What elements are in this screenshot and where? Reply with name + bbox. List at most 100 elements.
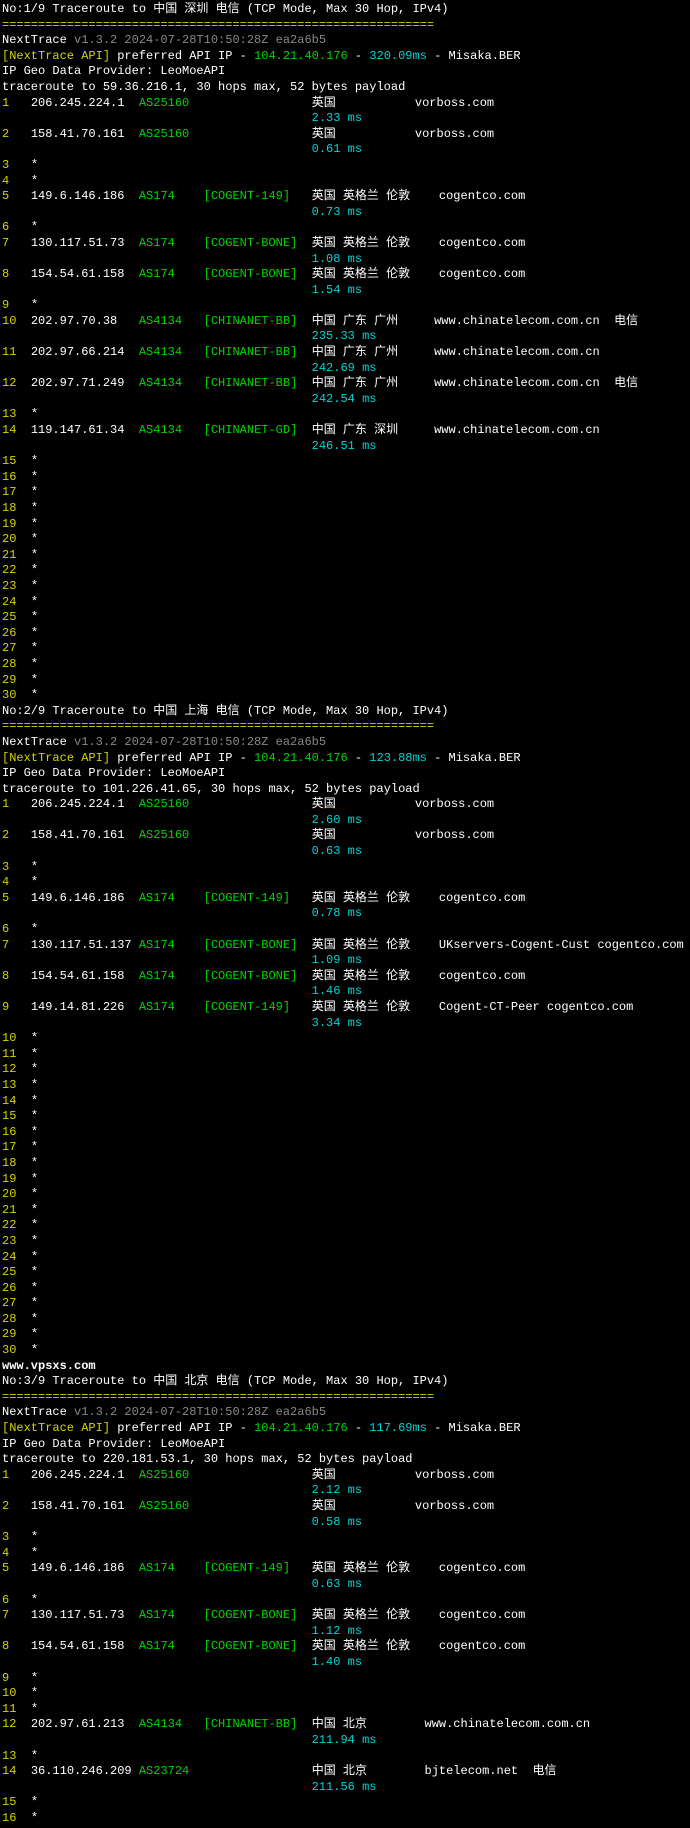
terminal-output: No:1/9 Traceroute to 中国 深圳 电信 (TCP Mode,… bbox=[2, 2, 688, 1826]
separator: ========================================… bbox=[2, 719, 688, 735]
hop-row-star: 18 * bbox=[2, 1156, 688, 1172]
hop-row-star: 21 * bbox=[2, 548, 688, 564]
hop-row-star: 3 * bbox=[2, 1530, 688, 1546]
hop-row-star: 22 * bbox=[2, 1218, 688, 1234]
hop-row-star: 29 * bbox=[2, 1327, 688, 1343]
hop-row-star: 28 * bbox=[2, 657, 688, 673]
hop-row: 2 158.41.70.161 AS25160 英国 vorboss.com bbox=[2, 127, 688, 143]
hop-row-star: 25 * bbox=[2, 1265, 688, 1281]
hop-row-star: 25 * bbox=[2, 610, 688, 626]
hop-row-star: 4 * bbox=[2, 875, 688, 891]
hop-row-star: 6 * bbox=[2, 922, 688, 938]
hop-row-star: 27 * bbox=[2, 641, 688, 657]
hop-row: 7 130.117.51.73 AS174 [COGENT-BONE] 英国 英… bbox=[2, 236, 688, 252]
traceroute-target: traceroute to 220.181.53.1, 30 hops max,… bbox=[2, 1452, 688, 1468]
hop-row-star: 16 * bbox=[2, 1125, 688, 1141]
hop-ms: 1.54 ms bbox=[2, 283, 688, 299]
hop-row: 5 149.6.146.186 AS174 [COGENT-149] 英国 英格… bbox=[2, 891, 688, 907]
hop-row-star: 26 * bbox=[2, 1281, 688, 1297]
hop-row: 8 154.54.61.158 AS174 [COGENT-BONE] 英国 英… bbox=[2, 969, 688, 985]
hop-row-star: 14 * bbox=[2, 1094, 688, 1110]
hop-row-star: 4 * bbox=[2, 174, 688, 190]
hop-row: 5 149.6.146.186 AS174 [COGENT-149] 英国 英格… bbox=[2, 189, 688, 205]
hop-row-star: 15 * bbox=[2, 454, 688, 470]
hop-row: 9 149.14.81.226 AS174 [COGENT-149] 英国 英格… bbox=[2, 1000, 688, 1016]
hop-row: 1 206.245.224.1 AS25160 英国 vorboss.com bbox=[2, 797, 688, 813]
hop-row: 1 206.245.224.1 AS25160 英国 vorboss.com bbox=[2, 1468, 688, 1484]
hop-ms: 0.73 ms bbox=[2, 205, 688, 221]
hop-row: 7 130.117.51.73 AS174 [COGENT-BONE] 英国 英… bbox=[2, 1608, 688, 1624]
hop-row-star: 23 * bbox=[2, 579, 688, 595]
hop-row-star: 16 * bbox=[2, 470, 688, 486]
hop-row-star: 10 * bbox=[2, 1686, 688, 1702]
hop-ms: 0.63 ms bbox=[2, 1577, 688, 1593]
traceroute-target: traceroute to 59.36.216.1, 30 hops max, … bbox=[2, 80, 688, 96]
hop-row-star: 30 * bbox=[2, 688, 688, 704]
hop-row-star: 6 * bbox=[2, 220, 688, 236]
geo-provider: IP Geo Data Provider: LeoMoeAPI bbox=[2, 64, 688, 80]
hop-row-star: 15 * bbox=[2, 1795, 688, 1811]
hop-row-star: 19 * bbox=[2, 1172, 688, 1188]
hop-row-star: 9 * bbox=[2, 298, 688, 314]
hop-row-star: 22 * bbox=[2, 563, 688, 579]
hop-row: 8 154.54.61.158 AS174 [COGENT-BONE] 英国 英… bbox=[2, 1639, 688, 1655]
hop-ms: 1.08 ms bbox=[2, 252, 688, 268]
hop-row: 8 154.54.61.158 AS174 [COGENT-BONE] 英国 英… bbox=[2, 267, 688, 283]
hop-row-star: 13 * bbox=[2, 1749, 688, 1765]
hop-row-star: 28 * bbox=[2, 1312, 688, 1328]
trace-header: No:1/9 Traceroute to 中国 深圳 电信 (TCP Mode,… bbox=[2, 2, 688, 18]
hop-ms: 235.33 ms bbox=[2, 329, 688, 345]
hop-row-star: 10 * bbox=[2, 1031, 688, 1047]
hop-ms: 3.34 ms bbox=[2, 1016, 688, 1032]
trace-header: No:3/9 Traceroute to 中国 北京 电信 (TCP Mode,… bbox=[2, 1374, 688, 1390]
hop-row-star: 19 * bbox=[2, 517, 688, 533]
nexttrace-version: NextTrace v1.3.2 2024-07-28T10:50:28Z ea… bbox=[2, 735, 688, 751]
hop-ms: 1.46 ms bbox=[2, 984, 688, 1000]
hop-row-star: 11 * bbox=[2, 1047, 688, 1063]
hop-row: 5 149.6.146.186 AS174 [COGENT-149] 英国 英格… bbox=[2, 1561, 688, 1577]
hop-ms: 0.78 ms bbox=[2, 906, 688, 922]
hop-row-star: 20 * bbox=[2, 532, 688, 548]
watermark: www.vpsxs.com bbox=[2, 1359, 688, 1375]
hop-ms: 1.09 ms bbox=[2, 953, 688, 969]
hop-row-star: 30 * bbox=[2, 1343, 688, 1359]
hop-ms: 242.54 ms bbox=[2, 392, 688, 408]
hop-row: 14 119.147.61.34 AS4134 [CHINANET-GD] 中国… bbox=[2, 423, 688, 439]
hop-row-star: 23 * bbox=[2, 1234, 688, 1250]
hop-row-star: 21 * bbox=[2, 1203, 688, 1219]
hop-row: 2 158.41.70.161 AS25160 英国 vorboss.com bbox=[2, 1499, 688, 1515]
trace-header: No:2/9 Traceroute to 中国 上海 电信 (TCP Mode,… bbox=[2, 704, 688, 720]
traceroute-target: traceroute to 101.226.41.65, 30 hops max… bbox=[2, 782, 688, 798]
hop-row-star: 4 * bbox=[2, 1546, 688, 1562]
hop-ms: 0.63 ms bbox=[2, 844, 688, 860]
hop-row: 7 130.117.51.137 AS174 [COGENT-BONE] 英国 … bbox=[2, 938, 688, 954]
hop-row-star: 13 * bbox=[2, 407, 688, 423]
hop-row-star: 20 * bbox=[2, 1187, 688, 1203]
hop-ms: 2.12 ms bbox=[2, 1483, 688, 1499]
hop-ms: 211.94 ms bbox=[2, 1733, 688, 1749]
hop-row-star: 15 * bbox=[2, 1109, 688, 1125]
api-line: [NextTrace API] preferred API IP - 104.2… bbox=[2, 751, 688, 767]
hop-row: 14 36.110.246.209 AS23724 中国 北京 bjteleco… bbox=[2, 1764, 688, 1780]
hop-row-star: 12 * bbox=[2, 1062, 688, 1078]
hop-row-star: 3 * bbox=[2, 158, 688, 174]
separator: ========================================… bbox=[2, 18, 688, 34]
hop-row: 1 206.245.224.1 AS25160 英国 vorboss.com bbox=[2, 96, 688, 112]
hop-row: 11 202.97.66.214 AS4134 [CHINANET-BB] 中国… bbox=[2, 345, 688, 361]
hop-ms: 1.12 ms bbox=[2, 1624, 688, 1640]
hop-row-star: 18 * bbox=[2, 501, 688, 517]
hop-row-star: 3 * bbox=[2, 860, 688, 876]
hop-row: 2 158.41.70.161 AS25160 英国 vorboss.com bbox=[2, 828, 688, 844]
hop-row-star: 24 * bbox=[2, 1250, 688, 1266]
nexttrace-version: NextTrace v1.3.2 2024-07-28T10:50:28Z ea… bbox=[2, 1405, 688, 1421]
nexttrace-version: NextTrace v1.3.2 2024-07-28T10:50:28Z ea… bbox=[2, 33, 688, 49]
hop-row: 12 202.97.61.213 AS4134 [CHINANET-BB] 中国… bbox=[2, 1717, 688, 1733]
hop-ms: 1.40 ms bbox=[2, 1655, 688, 1671]
hop-row-star: 11 * bbox=[2, 1702, 688, 1718]
hop-ms: 0.61 ms bbox=[2, 142, 688, 158]
hop-row: 12 202.97.71.249 AS4134 [CHINANET-BB] 中国… bbox=[2, 376, 688, 392]
hop-ms: 2.60 ms bbox=[2, 813, 688, 829]
api-line: [NextTrace API] preferred API IP - 104.2… bbox=[2, 49, 688, 65]
hop-row-star: 17 * bbox=[2, 1140, 688, 1156]
hop-ms: 246.51 ms bbox=[2, 439, 688, 455]
